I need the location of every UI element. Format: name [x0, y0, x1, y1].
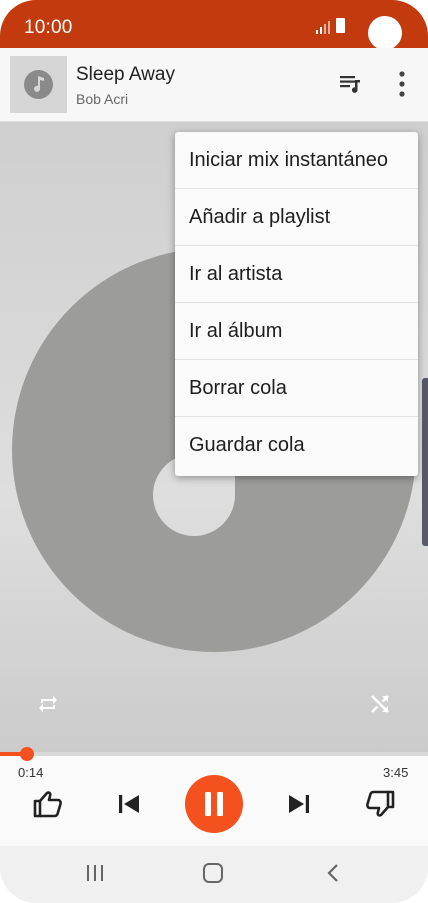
pause-icon — [205, 792, 211, 816]
music-note-icon — [34, 76, 44, 92]
menu-item-go-to-artist[interactable]: Ir al artista — [175, 246, 418, 303]
queue-music-icon[interactable] — [338, 72, 362, 96]
signal-icon — [316, 21, 330, 34]
menu-item-go-to-album[interactable]: Ir al álbum — [175, 303, 418, 360]
pause-button[interactable] — [185, 775, 243, 833]
status-time: 10:00 — [24, 17, 73, 38]
current-time: 0:14 — [18, 765, 44, 780]
now-playing-header[interactable]: Sleep Away Bob Acri — [0, 48, 428, 122]
phone-screen: 10:00 Sleep Away Bob Acri Iniciar mix in… — [0, 0, 428, 903]
system-nav-bar — [0, 846, 428, 903]
seek-bar[interactable] — [0, 752, 428, 756]
album-thumbnail[interactable] — [10, 56, 67, 113]
menu-item-clear-queue[interactable]: Borrar cola — [175, 360, 418, 417]
more-vert-icon[interactable] — [390, 70, 414, 98]
shuffle-icon[interactable] — [368, 692, 392, 716]
thumb-down-icon[interactable] — [365, 789, 395, 819]
track-artist: Bob Acri — [76, 91, 129, 107]
status-bar: 10:00 — [0, 0, 428, 50]
overflow-menu: Iniciar mix instantáneo Añadir a playlis… — [175, 132, 418, 476]
thumb-up-icon[interactable] — [33, 789, 63, 819]
recents-icon[interactable] — [86, 864, 104, 882]
skip-next-icon[interactable] — [286, 791, 312, 817]
skip-previous-icon[interactable] — [116, 791, 142, 817]
repeat-icon[interactable] — [36, 692, 60, 716]
home-icon[interactable] — [203, 863, 223, 883]
menu-item-instant-mix[interactable]: Iniciar mix instantáneo — [175, 132, 418, 189]
seek-bar-thumb[interactable] — [19, 747, 34, 761]
back-icon[interactable] — [326, 863, 340, 883]
menu-item-add-to-playlist[interactable]: Añadir a playlist — [175, 189, 418, 246]
battery-icon — [336, 18, 345, 33]
track-title: Sleep Away — [76, 64, 175, 85]
scroll-indicator — [422, 378, 428, 546]
pause-icon-bar — [217, 792, 223, 816]
menu-item-save-queue[interactable]: Guardar cola — [175, 417, 418, 474]
total-time: 3:45 — [383, 765, 409, 780]
camera-cutout — [368, 16, 402, 50]
